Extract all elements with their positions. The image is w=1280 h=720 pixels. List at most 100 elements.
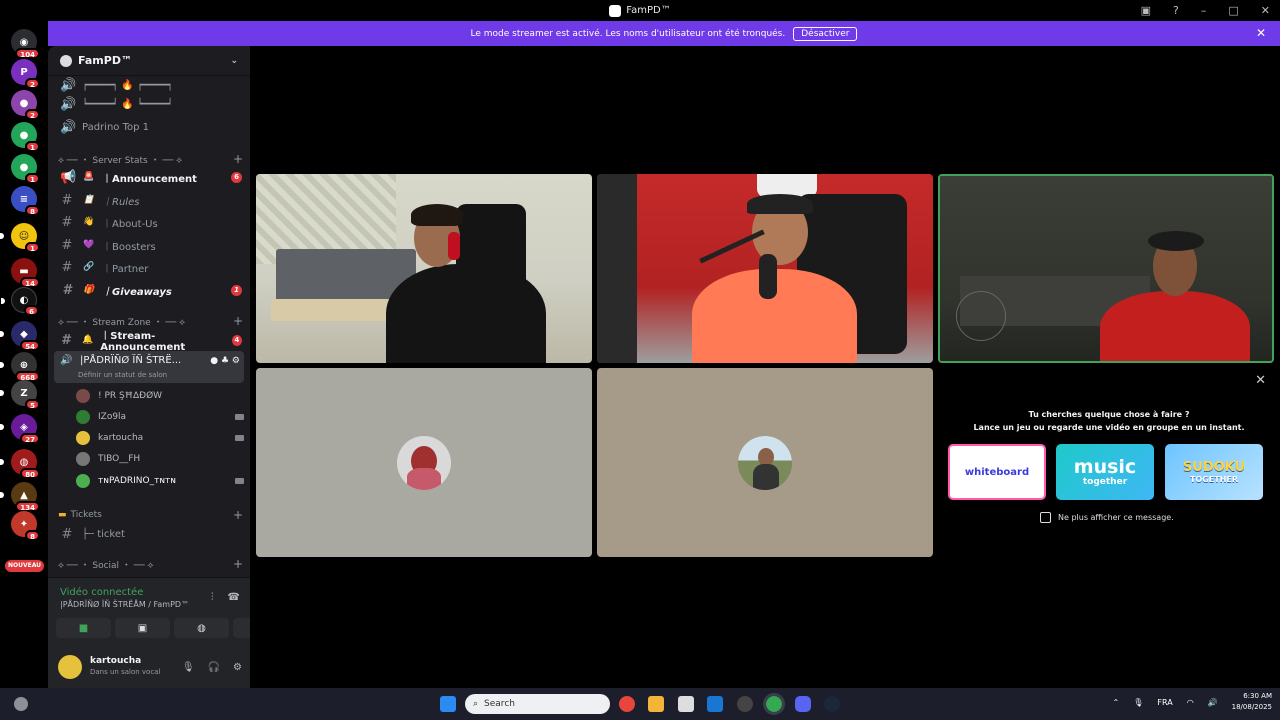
user-status: Dans un salon vocal [90, 668, 161, 676]
category-label: ⟡ ── ・ Social ・ ── ⟡ [58, 560, 154, 571]
channel-boosters[interactable]: # 💜 ︱Boosters [56, 235, 246, 255]
channel-announcement[interactable]: 📢 🚨 ︱Announcement 6 [56, 167, 246, 187]
user-avatar[interactable] [58, 655, 82, 679]
server-icon[interactable]: P2 [11, 59, 40, 89]
category-label: Tickets [70, 510, 102, 520]
server-icon[interactable]: ● 1 [11, 122, 40, 152]
server-icon[interactable]: ▲ 134 [0, 482, 40, 512]
dont-show-again-checkbox[interactable]: Ne plus afficher ce message. [1040, 512, 1174, 523]
chrome-active-icon[interactable] [763, 693, 785, 715]
settings-gear-icon[interactable]: ⚙ [233, 662, 242, 673]
server-icon[interactable]: ≡ 8 [11, 186, 40, 216]
steam-icon[interactable] [824, 696, 840, 712]
server-icon[interactable]: ● 1 [11, 154, 40, 184]
sudoku-together-card[interactable]: SUDOKU TOGETHER [1165, 444, 1263, 500]
server-icon[interactable]: ☺ 1 [0, 223, 40, 253]
channel-sidebar: FamPD™ ⌄ 🔊 ┍━━━━┑ 🔥 ┍━━━━┑ 🔊 ┕━━━━┙ 🔥 ┕━━━… [48, 46, 250, 688]
channel-giveaways[interactable]: # 🎁 ︱Giveaways 1 [56, 280, 246, 300]
channel-actions-icon[interactable]: ● ♣ ⚙ [210, 356, 240, 366]
volume-icon[interactable]: 🔊 [1208, 698, 1218, 707]
server-icon[interactable]: ◈ 27 [0, 414, 40, 444]
channel-voice-deco[interactable]: 🔊 ┍━━━━┑ 🔥 ┍━━━━┑ [56, 75, 246, 95]
channel-padrino-top[interactable]: 🔊 Padrino Top 1 [56, 117, 246, 137]
server-icon[interactable]: ◆ 54 [0, 321, 40, 351]
maximize-icon[interactable]: □ [1228, 4, 1238, 17]
close-banner-icon[interactable]: ✕ [1256, 26, 1266, 40]
voice-channel-active[interactable]: 🔊 |PÅDRÏÑØ ÏÑ ŠTRË... ● ♣ ⚙ Définir un s… [54, 351, 244, 383]
mic-tray-icon[interactable]: 🎙 [1133, 698, 1143, 707]
voice-user[interactable]: TIBO__FH [76, 450, 244, 468]
add-channel-icon[interactable]: + [233, 152, 243, 166]
app-icon[interactable] [737, 696, 753, 712]
chrome-icon[interactable] [619, 696, 635, 712]
music-together-card[interactable]: music together [1056, 444, 1154, 500]
add-channel-icon[interactable]: + [233, 557, 243, 571]
server-icon[interactable]: ⊕ 668 [0, 352, 40, 382]
server-icon[interactable]: ◐ 6 [1, 287, 39, 316]
add-channel-icon[interactable]: + [233, 314, 243, 328]
chevron-up-icon[interactable]: ⌃ [1113, 698, 1120, 707]
video-tile-avatar[interactable] [597, 368, 933, 557]
avatar [76, 431, 90, 445]
video-tile-speaking[interactable] [938, 174, 1274, 363]
language-indicator[interactable]: FRA [1157, 698, 1172, 707]
clock[interactable]: 6:30 AM 18/08/2025 [1232, 691, 1272, 713]
unread-badge: 6 [231, 171, 242, 183]
category-server-stats[interactable]: ⟡ ── ・ Server Stats ・ ── ⟡ + [58, 152, 243, 166]
channel-partner[interactable]: # 🔗 ︱Partner [56, 257, 246, 277]
chevron-down-icon[interactable]: ⌄ [230, 56, 238, 66]
voice-user[interactable]: kartoucha [76, 429, 244, 447]
new-server-badge[interactable]: NOUVEAU [5, 560, 44, 572]
guild-header[interactable]: FamPD™ ⌄ [48, 46, 250, 76]
close-activity-icon[interactable]: ✕ [1255, 373, 1266, 388]
channel-ticket[interactable]: # ├╌ ticket [56, 524, 246, 544]
disconnect-icon[interactable]: ☎ [228, 592, 240, 603]
whiteboard-activity-card[interactable]: whiteboard [948, 444, 1046, 500]
category-social[interactable]: ⟡ ── ・ Social ・ ── ⟡ + [58, 557, 243, 571]
add-channel-icon[interactable]: + [233, 508, 243, 522]
file-explorer-icon[interactable] [648, 696, 664, 712]
channel-stream-announcement[interactable]: # 🔔 ︱Stream-Announcement 4 [56, 330, 246, 353]
server-icon[interactable]: ● 2 [11, 90, 40, 120]
video-tile[interactable] [256, 174, 592, 363]
screen-share-button[interactable]: ▣ [115, 618, 170, 638]
outlook-icon[interactable] [707, 696, 723, 712]
taskbar-search[interactable]: ⌕ Search [465, 694, 610, 714]
headphones-icon[interactable]: 🎧 [208, 662, 220, 673]
camera-button[interactable]: ■ [56, 618, 111, 638]
voice-user[interactable]: ! PR ŞĦΔĐØW [76, 387, 244, 405]
soundboard-button[interactable]: ♪ [233, 618, 250, 638]
voice-channel-path[interactable]: |PÅDRÏÑØ ÏÑ ŠTRËÅM / FamPD™ [60, 600, 189, 609]
voice-status-prompt[interactable]: Définir un statut de salon [78, 371, 167, 379]
server-icon[interactable]: ◍ 80 [0, 449, 40, 479]
checkbox[interactable] [1040, 512, 1051, 523]
microphone-icon[interactable]: 🎙 [182, 662, 195, 673]
channel-voice-deco[interactable]: 🔊 ┕━━━━┙ 🔥 ┕━━━━┙ [56, 94, 246, 114]
noise-suppression-icon[interactable]: ⫶ [211, 592, 214, 603]
server-badge: 2 [25, 78, 40, 89]
window-titlebar: FamPD™ ▣ ? – □ ✕ [0, 0, 1280, 21]
home-server-icon[interactable]: ◉ 104 [11, 29, 40, 59]
minimize-icon[interactable]: – [1201, 4, 1207, 17]
server-icon[interactable]: Z5 [0, 380, 40, 410]
video-tile-avatar[interactable] [256, 368, 592, 557]
video-tile[interactable] [597, 174, 933, 363]
voice-user[interactable]: IZo9la [76, 408, 244, 426]
activity-button[interactable]: ◍ [174, 618, 229, 638]
store-icon[interactable] [678, 696, 694, 712]
widgets-icon[interactable] [14, 697, 28, 711]
help-icon[interactable]: ? [1173, 4, 1179, 17]
windows-start-icon[interactable] [440, 696, 456, 712]
inbox-icon[interactable]: ▣ [1141, 4, 1151, 17]
server-icon[interactable]: ▬ 14 [11, 258, 40, 288]
discord-icon[interactable] [795, 696, 811, 712]
server-icon[interactable]: ✦ 8 [11, 511, 40, 541]
category-tickets[interactable]: ▬ Tickets + [58, 508, 243, 522]
category-stream-zone[interactable]: ⟡ ── ・ Stream Zone ・ ── ⟡ + [58, 314, 243, 328]
disable-streamer-button[interactable]: Désactiver [793, 26, 858, 41]
channel-about[interactable]: # 👋 ︱About-Us [56, 212, 246, 232]
close-window-icon[interactable]: ✕ [1261, 4, 1270, 17]
wifi-icon[interactable]: ◠ [1187, 698, 1194, 707]
voice-user[interactable]: ᴛɴPADRINO_ᴛɴᴛɴ [76, 472, 244, 490]
channel-rules[interactable]: # 📋 ︱Rules [56, 190, 246, 210]
